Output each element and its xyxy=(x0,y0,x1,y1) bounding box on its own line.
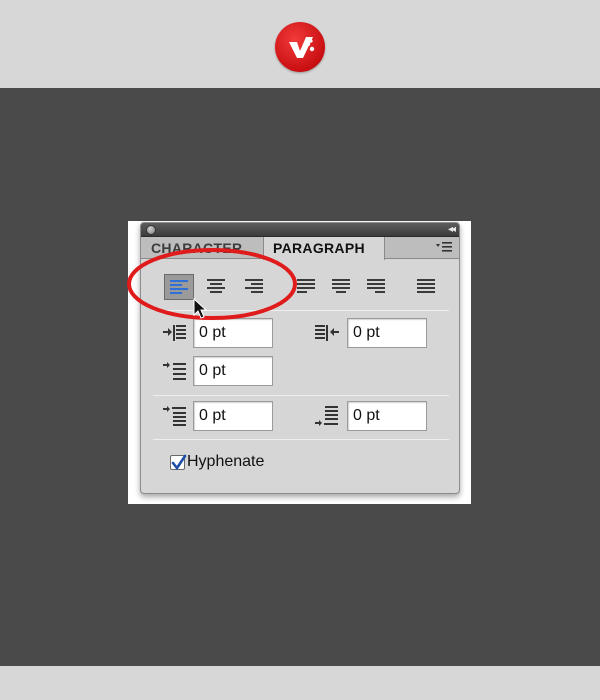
close-icon[interactable] xyxy=(146,225,156,235)
panel-menu-icon[interactable] xyxy=(435,240,453,254)
bottom-banner xyxy=(0,666,600,700)
indent-first-line-field[interactable]: 0 pt xyxy=(193,356,273,386)
divider xyxy=(153,395,449,396)
indent-left-field[interactable]: 0 pt xyxy=(193,318,273,348)
indent-left-icon xyxy=(163,322,187,344)
justify-all-icon xyxy=(417,279,435,293)
highlight-circle-annotation xyxy=(127,248,297,320)
justify-last-center-icon xyxy=(332,279,350,293)
space-after-field[interactable]: 0 pt xyxy=(347,401,427,431)
space-before-icon xyxy=(163,405,187,427)
mouse-pointer-icon xyxy=(193,298,207,319)
indent-right-icon xyxy=(315,322,339,344)
hyphenate-checkbox[interactable] xyxy=(170,454,187,471)
panel-titlebar[interactable]: ◂◂ xyxy=(141,223,459,237)
justify-last-right-button[interactable] xyxy=(361,274,391,300)
divider xyxy=(153,439,449,440)
double-chevron-icon[interactable]: ◂◂ xyxy=(448,223,456,237)
indent-first-line-icon xyxy=(163,361,187,383)
top-banner xyxy=(0,0,600,88)
justify-last-left-icon xyxy=(297,279,315,293)
justify-last-center-button[interactable] xyxy=(326,274,356,300)
hyphenate-label: Hyphenate xyxy=(187,453,265,470)
checkmark-icon xyxy=(171,454,187,471)
brand-logo-icon xyxy=(275,22,325,72)
space-before-field[interactable]: 0 pt xyxy=(193,401,273,431)
justify-last-right-icon xyxy=(367,279,385,293)
justify-all-button[interactable] xyxy=(411,274,441,300)
space-after-icon xyxy=(315,405,339,427)
indent-right-field[interactable]: 0 pt xyxy=(347,318,427,348)
